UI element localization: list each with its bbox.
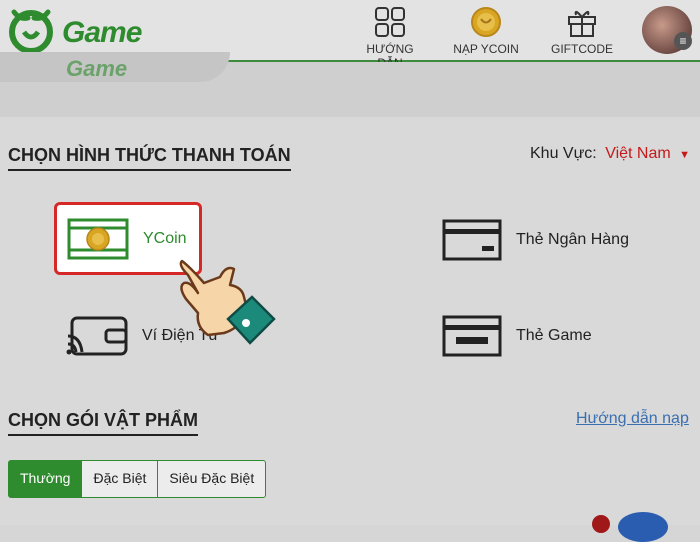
corner-decoration (618, 512, 668, 542)
nav-label: NẠP YCOIN (453, 42, 519, 56)
main-content: CHỌN HÌNH THỨC THANH TOÁN Khu Vực: Việt … (0, 117, 700, 525)
ycoin-icon (471, 7, 501, 37)
help-link[interactable]: Hướng dẫn nạp (576, 410, 689, 428)
nav-huong-dan[interactable]: HƯỚNG DẪN (354, 6, 426, 70)
payment-method-bank[interactable]: Thẻ Ngân Hàng (442, 214, 629, 266)
pointing-hand-icon (179, 259, 276, 345)
chevron-down-icon: ▼ (679, 149, 691, 161)
game-card-icon (442, 315, 502, 357)
payment-method-label: Thẻ Ngân Hàng (516, 231, 629, 248)
ycoin-card-icon (67, 218, 129, 260)
region-label: Khu Vực: (530, 145, 597, 162)
package-section-title: CHỌN GÓI VẬT PHẨM (8, 410, 199, 436)
banner-text: Game (66, 56, 128, 81)
menu-icon[interactable]: ≡ (674, 32, 692, 50)
payment-method-label: Thẻ Game (516, 327, 592, 344)
payment-section-title: CHỌN HÌNH THỨC THANH TOÁN (8, 145, 291, 171)
payment-method-game-card[interactable]: Thẻ Game (442, 310, 592, 362)
logo-mark-icon (9, 9, 53, 54)
region-select[interactable]: Khu Vực: Việt Nam ▼ (530, 145, 690, 163)
nav-label: GIFTCODE (551, 42, 613, 56)
payment-method-label: YCoin (143, 230, 187, 247)
corner-decoration (592, 515, 610, 533)
nav-giftcode[interactable]: GIFTCODE (550, 6, 614, 56)
banner: Game (0, 52, 700, 117)
tab-thuong[interactable]: Thường (9, 461, 82, 497)
tab-sieu-dac-biet[interactable]: Siêu Đặc Biệt (157, 461, 265, 497)
logo[interactable]: Game (6, 6, 146, 54)
nav-nap-ycoin[interactable]: NẠP YCOIN (452, 6, 520, 56)
package-tabs: Thường Đặc Biệt Siêu Đặc Biệt (8, 460, 267, 498)
tab-dac-biet[interactable]: Đặc Biệt (81, 461, 157, 497)
bank-card-icon (442, 219, 502, 261)
wallet-icon (66, 316, 128, 356)
grid-icon (375, 7, 405, 37)
region-value: Việt Nam (605, 145, 671, 162)
logo-text: Game (62, 16, 142, 49)
gift-icon (568, 11, 596, 37)
